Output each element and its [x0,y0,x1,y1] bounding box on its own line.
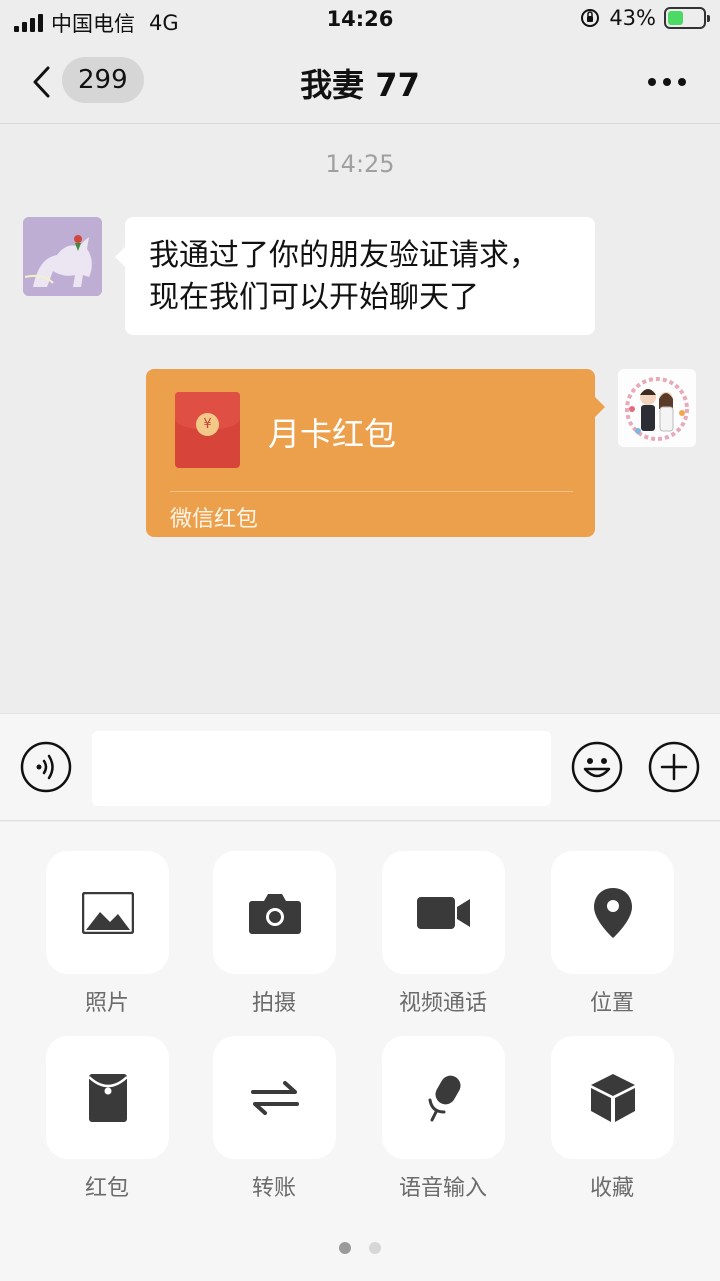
panel-item-label: 红包 [84,1176,129,1201]
red-packet-message[interactable]: ¥ 月卡红包 微信红包 [146,369,605,537]
more-dot-icon [648,78,656,86]
panel-item-label: 位置 [589,991,634,1016]
panel-item-location[interactable] [551,851,674,974]
chat-header: 299 我妻 77 [0,40,720,124]
more-functions-panel: 照片 拍摄 视频通话 位置 红包 转账 语音输入 收藏 [0,822,720,1281]
couple-avatar-image [618,369,696,447]
page-dot[interactable] [339,1242,351,1254]
battery-percent: 43% [609,6,656,30]
message-timestamp: 14:25 [325,150,395,178]
panel-item-transfer[interactable] [213,1036,336,1159]
transfer-icon [250,1080,299,1115]
red-packet-title: 月卡红包 [268,415,397,453]
status-bar-right: 43% [579,6,710,30]
orientation-lock-icon [581,9,600,27]
microphone-icon [428,1075,460,1121]
panel-item-photo[interactable] [46,851,169,974]
location-icon [593,887,632,938]
panel-item-label: 拍摄 [251,991,296,1016]
panel-item-favorites[interactable] [551,1036,674,1159]
camera-icon [248,893,301,934]
photo-icon [81,891,134,934]
emoji-icon[interactable] [571,741,623,793]
more-dot-icon [663,78,671,86]
battery-icon [664,7,710,29]
self-avatar[interactable] [618,369,696,447]
unicorn-avatar-image [23,217,102,296]
voice-input-icon[interactable] [20,741,72,793]
chat-title: 我妻 77 [300,66,420,104]
more-options-button[interactable] [648,78,686,86]
page-indicator [0,1242,720,1254]
incoming-message-bubble[interactable]: 我通过了你的朋友验证请求， 现在我们可以开始聊天了 [115,217,595,335]
panel-item-label: 收藏 [589,1176,634,1201]
panel-item-label: 视频通话 [398,991,487,1016]
panel-item-label: 语音输入 [398,1176,487,1201]
red-packet-divider [170,491,573,492]
favorites-icon [590,1073,635,1122]
red-packet-icon [87,1073,128,1122]
message-input-bar [0,713,720,821]
status-bar: 中国电信 4G 14:26 43% [0,0,720,40]
message-text-line: 我通过了你的朋友验证请求， [149,238,539,273]
red-packet-footer: 微信红包 [170,507,259,532]
more-dot-icon [678,78,686,86]
message-text-input[interactable] [92,731,551,806]
panel-item-label: 照片 [84,991,129,1016]
contact-avatar[interactable] [23,217,102,296]
yuan-coin-icon: ¥ [196,413,219,436]
video-call-icon [416,896,470,929]
panel-item-red-packet[interactable] [46,1036,169,1159]
panel-item-video-call[interactable] [382,851,505,974]
panel-item-label: 转账 [251,1176,296,1201]
battery-fill [668,11,683,25]
plus-icon[interactable] [648,741,700,793]
message-text-line: 现在我们可以开始聊天了 [149,280,479,315]
red-envelope-icon: ¥ [175,392,240,468]
panel-item-voice-input[interactable] [382,1036,505,1159]
panel-item-camera[interactable] [213,851,336,974]
page-dot[interactable] [369,1242,381,1254]
